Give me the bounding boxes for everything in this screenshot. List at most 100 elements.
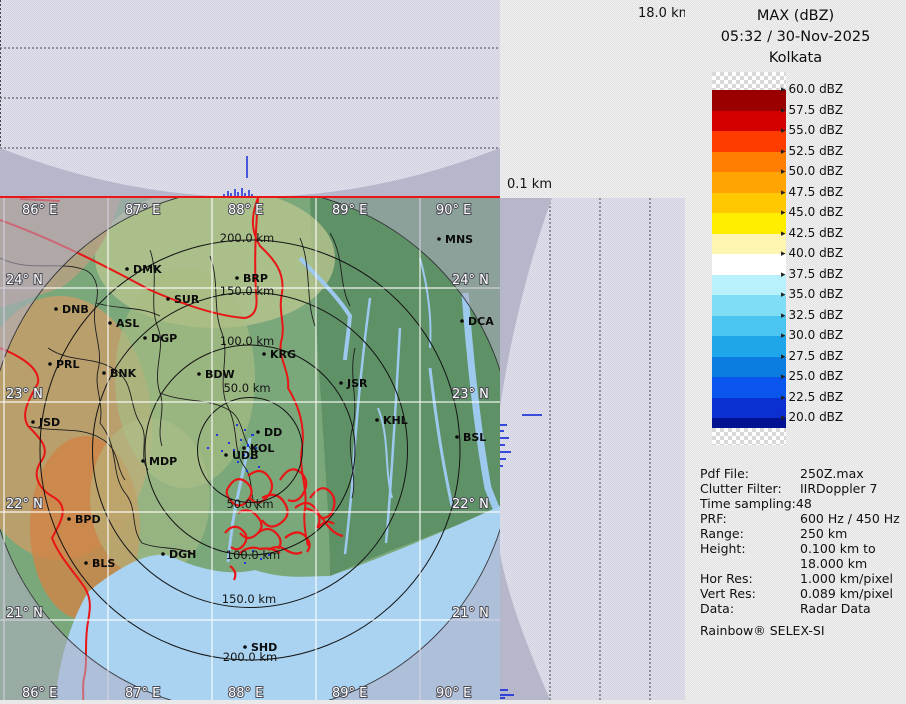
city-label-khl: KHL: [383, 414, 408, 427]
legend-band: [712, 213, 786, 234]
city-label-bpd: BPD: [75, 513, 101, 526]
metadata-row: Height:0.100 km to: [700, 541, 900, 556]
city-label-udb: UDB: [232, 449, 258, 462]
height-axis-min-label: 0.1 km: [507, 177, 552, 192]
range-ring-label: 100.0 km: [226, 548, 280, 562]
legend-tick-arrow-icon: ▸: [781, 372, 786, 382]
city-label-asl: ASL: [116, 317, 139, 330]
city-label-dca: DCA: [468, 315, 494, 328]
longitude-label: 87° E: [125, 203, 160, 218]
legend-value-label: ▸57.5 dBZ: [781, 103, 843, 117]
legend-tick-arrow-icon: ▸: [781, 393, 786, 403]
legend-value-label: ▸42.5 dBZ: [781, 226, 843, 240]
legend-band: [712, 72, 786, 90]
city-dot: [48, 362, 52, 366]
metadata-row: 18.000 km: [700, 556, 900, 571]
city-label-dgh: DGH: [169, 548, 196, 561]
city-label-brp: BRP: [243, 272, 268, 285]
legend-band: [712, 398, 786, 419]
legend-tick-arrow-icon: ▸: [781, 106, 786, 116]
software-credit: Rainbow® SELEX-SI: [700, 623, 825, 638]
legend-value-label: ▸50.0 dBZ: [781, 164, 843, 178]
legend-value-label: ▸32.5 dBZ: [781, 308, 843, 322]
city-dot: [256, 430, 260, 434]
top-profile-graphic: [0, 0, 500, 198]
legend-value-label: ▸40.0 dBZ: [781, 246, 843, 260]
city-dot: [437, 237, 441, 241]
city-dot: [235, 276, 239, 280]
legend-band: [712, 234, 786, 255]
scan-datetime: 05:32 / 30-Nov-2025: [685, 27, 906, 48]
range-ring-label: 50.0 km: [226, 497, 273, 511]
legend-band: [712, 254, 786, 275]
legend-band: [712, 90, 786, 111]
legend-band: [712, 295, 786, 316]
metadata-row: Pdf File:250Z.max: [700, 466, 900, 481]
legend-band: [712, 131, 786, 152]
legend-band: [712, 357, 786, 378]
station-name: Kolkata: [685, 48, 906, 69]
city-dot: [224, 453, 228, 457]
city-dot: [262, 352, 266, 356]
legend-tick-arrow-icon: ▸: [781, 311, 786, 321]
legend-tick-arrow-icon: ▸: [781, 85, 786, 95]
legend-value-label: ▸52.5 dBZ: [781, 144, 843, 158]
legend-band: [712, 418, 786, 428]
height-axis-max-label: 18.0 km: [638, 6, 691, 21]
legend-tick-arrow-icon: ▸: [781, 290, 786, 300]
legend-band: [712, 172, 786, 193]
range-ring-label: 150.0 km: [220, 284, 274, 298]
radar-map-graphic: 200.0 km150.0 km100.0 km50.0 km50.0 km10…: [0, 198, 500, 700]
legend-tick-arrow-icon: ▸: [781, 352, 786, 362]
legend-value-label: ▸27.5 dBZ: [781, 349, 843, 363]
longitude-label: 90° E: [436, 203, 471, 218]
legend-tick-arrow-icon: ▸: [781, 270, 786, 280]
range-ring-label: 150.0 km: [222, 592, 276, 606]
legend-band: [712, 428, 786, 445]
longitude-label: 90° E: [436, 686, 471, 700]
city-dot: [197, 372, 201, 376]
top-height-profile-panel: [0, 0, 500, 198]
latitude-label: 23° N: [6, 387, 43, 402]
longitude-label: 88° E: [228, 203, 263, 218]
legend-tick-arrow-icon: ▸: [781, 331, 786, 341]
city-label-bsl: BSL: [463, 431, 486, 444]
legend-tick-arrow-icon: ▸: [781, 147, 786, 157]
city-label-bnk: BNK: [110, 367, 137, 380]
city-label-mns: MNS: [445, 233, 473, 246]
city-label-shd: SHD: [251, 641, 277, 654]
longitude-label: 88° E: [228, 686, 263, 700]
city-dot: [243, 645, 247, 649]
city-label-dmk: DMK: [133, 263, 162, 276]
latitude-label: 21° N: [452, 606, 489, 621]
metadata-row: Range:250 km: [700, 526, 900, 541]
legend-tick-arrow-icon: ▸: [781, 208, 786, 218]
legend-value-label: ▸35.0 dBZ: [781, 287, 843, 301]
city-dot: [339, 381, 343, 385]
latitude-label: 22° N: [6, 497, 43, 512]
legend-value-label: ▸20.0 dBZ: [781, 410, 843, 424]
latitude-label: 23° N: [452, 387, 489, 402]
legend-band: [712, 193, 786, 214]
scan-metadata: Pdf File:250Z.maxClutter Filter:IIRDoppl…: [700, 466, 900, 616]
radar-map: 200.0 km150.0 km100.0 km50.0 km50.0 km10…: [0, 198, 500, 700]
longitude-label: 86° E: [22, 203, 57, 218]
city-dot: [143, 336, 147, 340]
echo-profile-spikes: [224, 156, 252, 197]
legend-tick-arrow-icon: ▸: [781, 413, 786, 423]
legend-band: [712, 377, 786, 398]
legend-tick-arrow-icon: ▸: [781, 249, 786, 259]
legend-band: [712, 111, 786, 132]
right-height-profile-panel: [500, 198, 686, 700]
city-dot: [84, 561, 88, 565]
product-title: MAX (dBZ): [685, 6, 906, 27]
title-block: MAX (dBZ) 05:32 / 30-Nov-2025 Kolkata: [685, 6, 906, 69]
metadata-row: Time sampling:48: [700, 496, 900, 511]
legend-tick-arrow-icon: ▸: [781, 126, 786, 136]
city-dot: [54, 307, 58, 311]
legend-value-label: ▸45.0 dBZ: [781, 205, 843, 219]
city-dot: [460, 319, 464, 323]
longitude-label: 89° E: [332, 686, 367, 700]
legend-value-label: ▸22.5 dBZ: [781, 390, 843, 404]
city-label-bls: BLS: [92, 557, 115, 570]
